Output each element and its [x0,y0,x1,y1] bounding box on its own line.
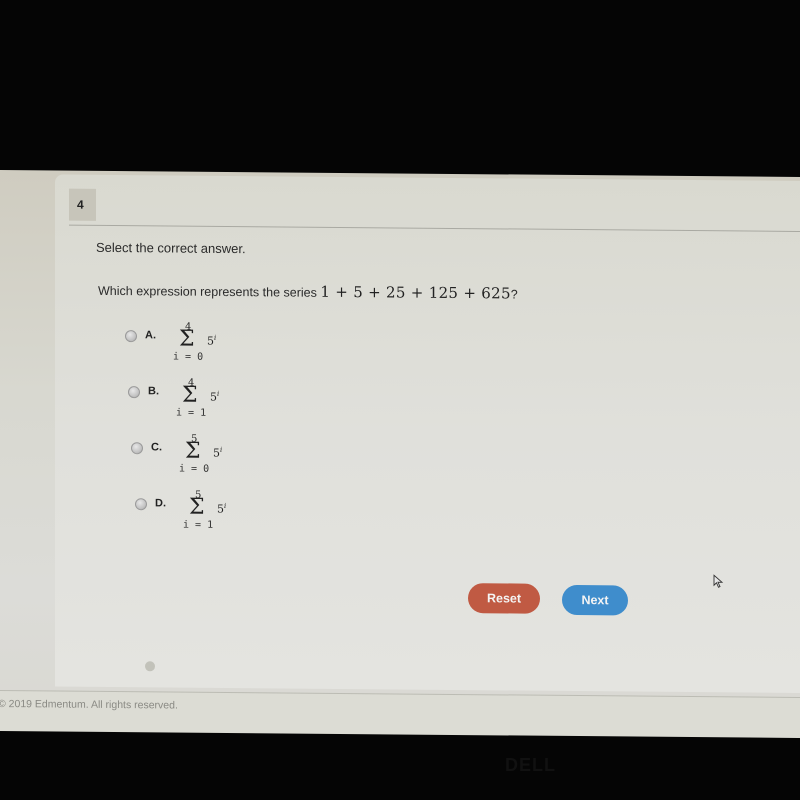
sigma-icon: Σ [179,326,195,352]
question-prompt: Which expression represents the series 1… [98,281,518,303]
option-label: C. [151,441,162,454]
sigma-icon: Σ [185,438,201,464]
monitor-brand-logo: DELL [505,755,556,775]
summation-expression: 4 Σ 5i i = 1 [176,378,256,439]
prompt-question-mark: ? [510,287,518,302]
question-card: 4 Select the correct answer. Which expre… [55,174,800,694]
sum-term: 5i [217,501,227,516]
copyright-text: © 2019 Edmentum. All rights reserved. [0,697,178,712]
sum-term: 5i [207,333,217,348]
summation-expression: 5 Σ 5i i = 0 [179,434,259,495]
screen: 4 Select the correct answer. Which expre… [0,170,800,739]
option-d[interactable]: D. 5 Σ 5i i = 1 [135,490,335,552]
mouse-cursor-icon [713,574,724,588]
option-a[interactable]: A. 4 Σ 5i i = 0 [125,322,325,384]
prompt-series: 1 + 5 + 25 + 125 + 625 [320,282,511,303]
question-number: 4 [69,188,96,221]
sum-lower-limit: i = 0 [173,351,204,363]
sigma-icon: Σ [189,494,205,520]
option-c[interactable]: C. 5 Σ 5i i = 0 [131,434,331,496]
prompt-text: Which expression represents the series [98,283,317,300]
next-button[interactable]: Next [562,584,628,616]
instruction-text: Select the correct answer. [96,239,246,257]
divider [69,224,800,233]
option-label: B. [148,385,159,398]
radio-button[interactable] [125,330,137,343]
reset-button[interactable]: Reset [468,583,540,614]
radio-button[interactable] [131,442,143,455]
summation-expression: 4 Σ 5i i = 0 [173,322,253,383]
footer: © 2019 Edmentum. All rights reserved. [0,690,800,739]
sigma-icon: Σ [182,382,198,408]
sum-term: 5i [210,389,220,404]
screen-smudge [145,661,155,672]
option-label: D. [155,497,166,510]
option-label: A. [145,329,156,342]
sum-lower-limit: i = 0 [179,463,210,475]
sum-term: 5i [213,445,223,460]
sum-lower-limit: i = 1 [176,407,207,419]
radio-button[interactable] [135,498,147,511]
sum-lower-limit: i = 1 [183,519,214,531]
radio-button[interactable] [128,386,140,399]
summation-expression: 5 Σ 5i i = 1 [183,490,263,551]
option-b[interactable]: B. 4 Σ 5i i = 1 [128,378,328,440]
